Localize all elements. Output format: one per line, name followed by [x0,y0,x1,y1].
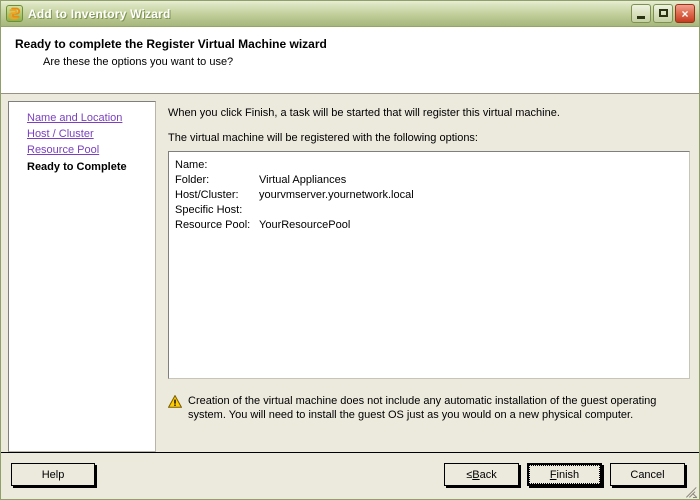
page-subtitle: Are these the options you want to use? [43,56,234,68]
wizard-step-nav: Name and Location Host / Cluster Resourc… [8,101,156,452]
sidebar-item-host-cluster[interactable]: Host / Cluster [27,126,155,142]
maximize-icon [659,9,668,17]
option-value [259,203,689,218]
option-value: Virtual Appliances [259,174,347,186]
back-button-suffix: ack [479,468,497,481]
back-button-accel: B [472,468,480,481]
cancel-button[interactable]: Cancel [610,463,685,486]
option-value [259,158,689,173]
finish-button-accel: F [549,468,557,481]
option-label: Folder: [175,174,210,186]
title-bar[interactable]: Add to Inventory Wizard × [1,1,699,27]
resize-grip[interactable] [685,486,698,498]
dialog-footer: Help ≤ Back Finish Cancel [1,452,699,499]
page-header: Ready to complete the Register Virtual M… [1,28,699,94]
close-button[interactable]: × [675,4,695,23]
intro-line-finish: When you click Finish, a task will be st… [168,107,560,119]
wizard-link-icon [6,5,23,22]
options-summary-list: Name: Folder: Virtual Appliances Host/Cl… [168,151,690,379]
minimize-icon [637,16,645,19]
option-value: yourvmserver.yournetwork.local [259,189,414,201]
option-row-folder: Folder: Virtual Appliances [175,173,689,188]
help-button[interactable]: Help [11,463,95,486]
dialog-body: Name and Location Host / Cluster Resourc… [1,94,699,452]
back-button[interactable]: ≤ Back [444,463,519,486]
sidebar-item-name-and-location[interactable]: Name and Location [27,110,155,126]
warning-notice: Creation of the virtual machine does not… [167,394,691,422]
option-row-name: Name: [175,158,689,173]
finish-button[interactable]: Finish [527,463,602,486]
option-label: Resource Pool: [175,219,251,231]
option-value: YourResourcePool [259,219,351,231]
wizard-content: When you click Finish, a task will be st… [156,101,691,452]
intro-line-options: The virtual machine will be registered w… [168,132,478,144]
option-label: Specific Host: [175,204,243,216]
sidebar-item-ready-to-complete: Ready to Complete [27,161,127,173]
window-controls: × [631,4,695,23]
close-icon: × [681,6,689,21]
page-title: Ready to complete the Register Virtual M… [15,37,327,51]
cancel-button-label: Cancel [630,468,665,481]
option-label: Name: [175,159,208,171]
maximize-button[interactable] [653,4,673,23]
dialog-client-area: Ready to complete the Register Virtual M… [1,27,699,499]
option-row-host-cluster: Host/Cluster: yourvmserver.yournetwork.l… [175,188,689,203]
minimize-button[interactable] [631,4,651,23]
finish-button-suffix: inish [556,468,580,481]
sidebar-item-resource-pool[interactable]: Resource Pool [27,142,155,158]
wizard-window: Add to Inventory Wizard × Ready to compl… [0,0,700,500]
help-button-label: Help [41,468,65,481]
warning-triangle-icon [167,394,188,422]
option-row-resource-pool: Resource Pool: YourResourcePool [175,218,689,233]
option-row-specific-host: Specific Host: [175,203,689,218]
warning-text: Creation of the virtual machine does not… [188,395,657,421]
option-label: Host/Cluster: [175,189,239,201]
window-title: Add to Inventory Wizard [28,6,171,21]
